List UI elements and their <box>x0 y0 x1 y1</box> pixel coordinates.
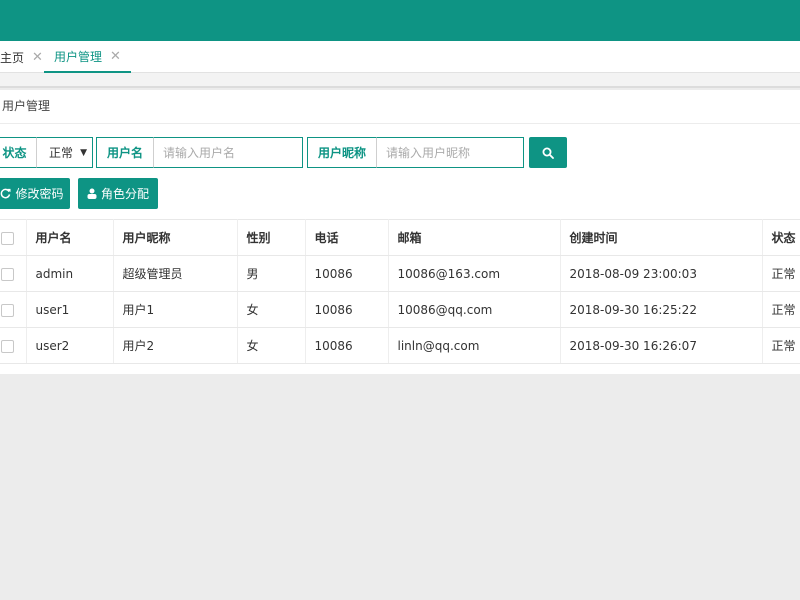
change-password-button[interactable]: 修改密码 <box>0 178 70 209</box>
tab-bar: 主页 ✕ 用户管理 ✕ <box>0 41 800 73</box>
tab-content-separator <box>0 73 800 88</box>
close-icon[interactable]: ✕ <box>32 51 43 64</box>
assign-role-button[interactable]: 角色分配 <box>78 178 158 209</box>
chevron-down-icon: ▼ <box>80 148 87 158</box>
cell-gender: 男 <box>237 255 306 292</box>
row-select-cell <box>0 291 27 328</box>
select-all-cell <box>0 219 27 256</box>
column-header-created-time: 创建时间 <box>560 219 763 256</box>
cell-username: user2 <box>26 327 114 364</box>
cell-created-time: 2018-08-09 23:00:03 <box>560 255 763 292</box>
cell-nickname: 用户2 <box>113 327 238 364</box>
user-management-panel: 用户管理 状态 正常 ▼ 用户名 用户昵称 修改密码 角色分配 <box>0 90 800 374</box>
cell-created-time: 2018-09-30 16:26:07 <box>560 327 763 364</box>
column-header-status: 状态 <box>762 219 800 256</box>
cell-email: 10086@163.com <box>388 255 561 292</box>
cell-status: 正常 <box>762 291 800 328</box>
row-checkbox[interactable] <box>1 339 14 353</box>
nickname-filter-label: 用户昵称 <box>307 137 377 168</box>
column-header-username: 用户名 <box>26 219 114 256</box>
username-input[interactable] <box>154 137 303 168</box>
top-header-bar <box>0 0 800 41</box>
user-icon <box>87 188 97 199</box>
row-checkbox[interactable] <box>1 303 14 317</box>
panel-title: 用户管理 <box>2 99 51 113</box>
row-select-cell <box>0 327 27 364</box>
cell-username: admin <box>26 255 114 292</box>
username-filter-label: 用户名 <box>96 137 154 168</box>
row-select-cell <box>0 255 27 292</box>
cell-phone: 10086 <box>305 291 389 328</box>
row-checkbox[interactable] <box>1 267 14 281</box>
cell-status: 正常 <box>762 327 800 364</box>
cell-gender: 女 <box>237 327 306 364</box>
status-filter-label: 状态 <box>0 137 37 168</box>
cell-nickname: 用户1 <box>113 291 238 328</box>
column-header-phone: 电话 <box>305 219 389 256</box>
change-password-label: 修改密码 <box>15 187 64 201</box>
nickname-input[interactable] <box>377 137 524 168</box>
table-row[interactable]: admin 超级管理员 男 10086 10086@163.com 2018-0… <box>0 255 800 292</box>
search-button[interactable] <box>529 137 567 168</box>
cell-email: linln@qq.com <box>388 327 561 364</box>
cell-phone: 10086 <box>305 327 389 364</box>
table-row[interactable]: user2 用户2 女 10086 linln@qq.com 2018-09-3… <box>0 327 800 364</box>
cell-created-time: 2018-09-30 16:25:22 <box>560 291 763 328</box>
column-header-gender: 性别 <box>237 219 306 256</box>
search-icon <box>542 147 554 159</box>
column-header-email: 邮箱 <box>388 219 561 256</box>
cell-gender: 女 <box>237 291 306 328</box>
column-header-nickname: 用户昵称 <box>113 219 238 256</box>
refresh-icon <box>1 188 12 199</box>
cell-username: user1 <box>26 291 114 328</box>
table-header-row: 用户名 用户昵称 性别 电话 邮箱 创建时间 状态 <box>0 219 800 256</box>
tab-user-management[interactable]: 用户管理 ✕ <box>44 41 131 73</box>
cell-phone: 10086 <box>305 255 389 292</box>
divider <box>0 123 800 124</box>
cell-status: 正常 <box>762 255 800 292</box>
table-row[interactable]: user1 用户1 女 10086 10086@qq.com 2018-09-3… <box>0 291 800 328</box>
tab-user-management-label: 用户管理 <box>54 49 103 64</box>
close-icon[interactable]: ✕ <box>110 50 121 63</box>
assign-role-label: 角色分配 <box>100 187 149 201</box>
cell-nickname: 超级管理员 <box>113 255 238 292</box>
tab-home-label: 主页 <box>0 50 25 65</box>
select-all-checkbox[interactable] <box>1 231 14 245</box>
cell-email: 10086@qq.com <box>388 291 561 328</box>
status-select-value: 正常 <box>49 146 74 160</box>
user-table: 用户名 用户昵称 性别 电话 邮箱 创建时间 状态 admin 超级管理员 男 … <box>0 219 800 364</box>
status-select[interactable]: 正常 ▼ <box>37 137 93 168</box>
